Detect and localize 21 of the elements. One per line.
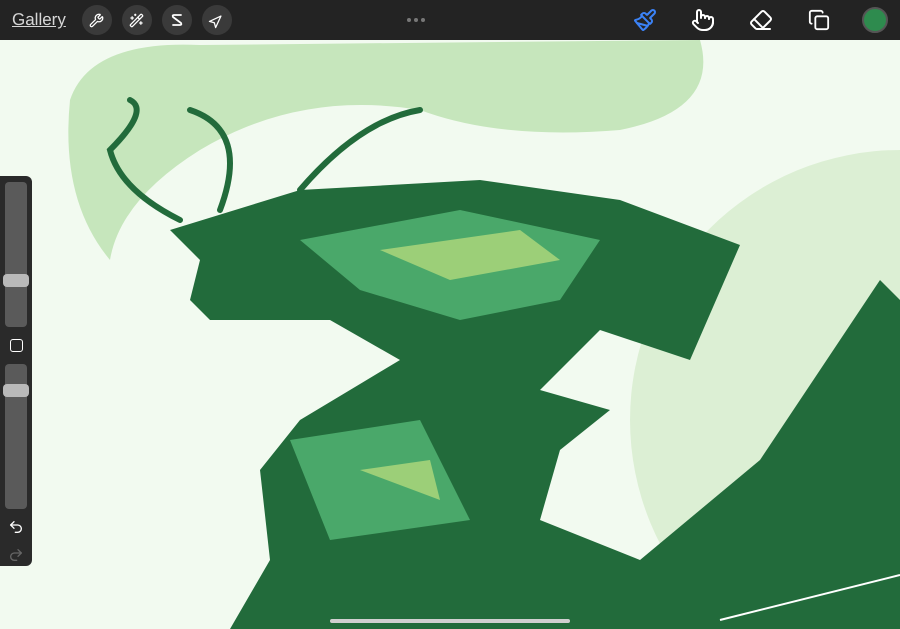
drag-handle-icon [406, 18, 425, 22]
action-button[interactable] [162, 5, 192, 35]
s-curve-icon [170, 13, 184, 27]
modify-button[interactable] [10, 339, 22, 352]
gallery-link[interactable]: Gallery [12, 7, 66, 33]
magic-wand-icon [129, 12, 144, 28]
action-button[interactable] [122, 5, 152, 35]
finger-icon [691, 8, 715, 32]
layers-icon [808, 9, 830, 31]
paintbrush-icon [633, 8, 657, 32]
slider-thumb[interactable] [3, 274, 29, 288]
slider-thumb[interactable] [3, 384, 29, 397]
redo-icon[interactable] [8, 547, 24, 563]
slider-track[interactable] [5, 182, 27, 327]
undo-icon[interactable] [8, 519, 24, 535]
color-swatch[interactable] [862, 7, 888, 33]
action-button[interactable] [202, 5, 232, 35]
wrench-icon [89, 12, 104, 28]
slider-track[interactable] [5, 364, 27, 509]
eraser-icon [749, 8, 773, 32]
action-button[interactable] [82, 5, 112, 35]
